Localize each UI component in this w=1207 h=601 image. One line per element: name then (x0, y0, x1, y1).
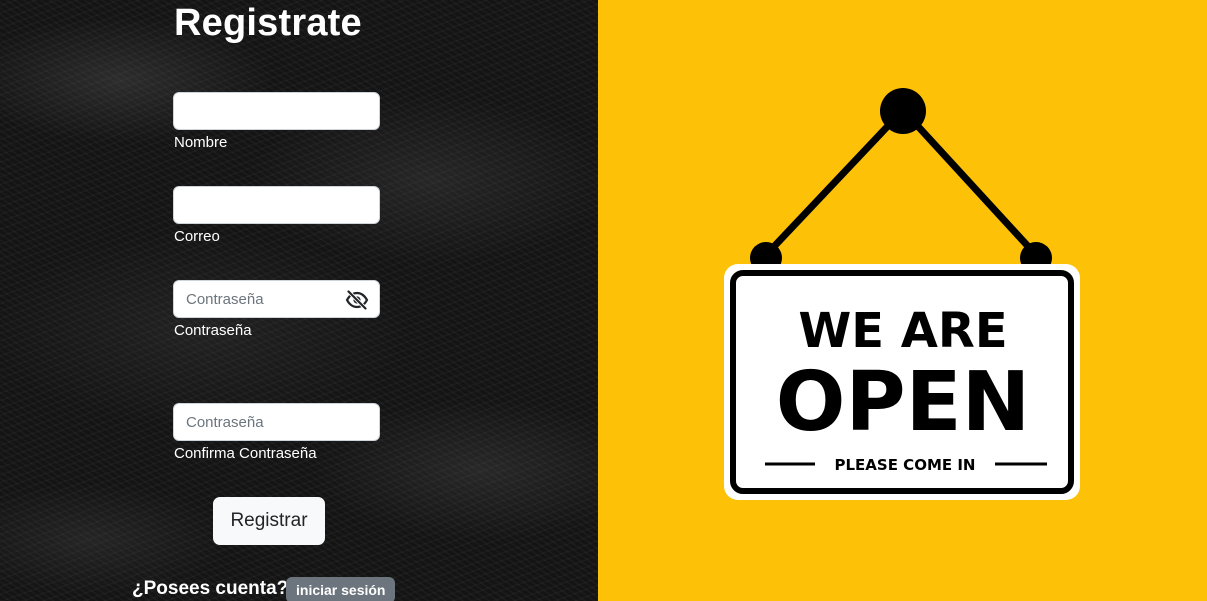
sign-line2: OPEN (776, 355, 1030, 450)
form-panel: Registrate Nombre Correo Contraseña Conf… (0, 0, 598, 601)
login-link[interactable]: iniciar sesión (286, 577, 396, 601)
email-input[interactable] (174, 187, 379, 223)
open-sign-panel: WE ARE OPEN PLEASE COME IN (598, 0, 1207, 601)
have-account-text: ¿Posees cuenta? (132, 578, 289, 599)
confirm-password-input[interactable] (174, 404, 379, 440)
password-field[interactable] (173, 280, 380, 318)
name-field[interactable] (173, 92, 380, 130)
name-label: Nombre (174, 134, 228, 151)
confirm-password-field[interactable] (173, 403, 380, 441)
eye-slash-icon[interactable] (345, 290, 369, 310)
register-button[interactable]: Registrar (213, 497, 325, 545)
sign-line1: WE ARE (798, 303, 1007, 359)
sign-line3: PLEASE COME IN (835, 456, 976, 474)
confirm-password-label: Confirma Contraseña (174, 445, 317, 462)
email-field[interactable] (173, 186, 380, 224)
name-input[interactable] (174, 93, 379, 129)
open-sign-image: WE ARE OPEN PLEASE COME IN (724, 88, 1080, 500)
email-label: Correo (174, 228, 220, 245)
password-label: Contraseña (174, 322, 252, 339)
page-title: Registrate (174, 2, 362, 44)
